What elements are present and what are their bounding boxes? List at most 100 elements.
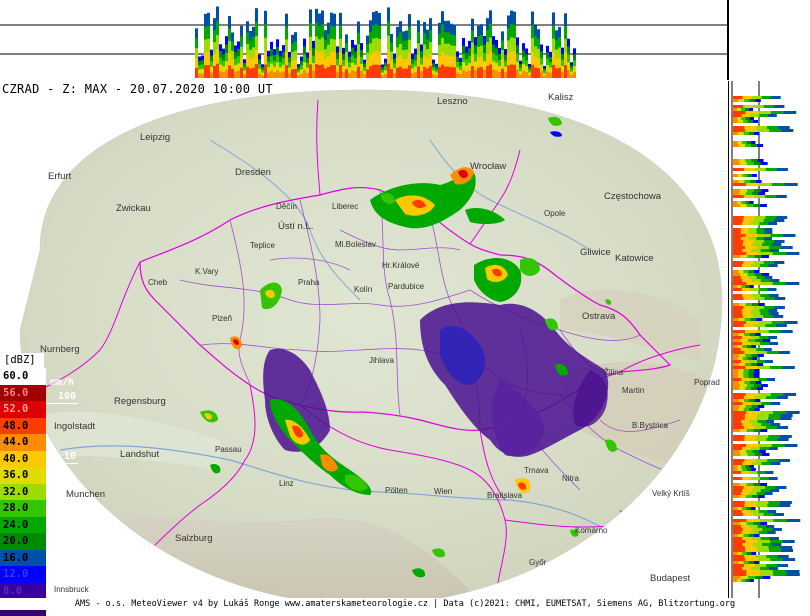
profile-row (733, 576, 741, 579)
profile-row (733, 564, 744, 567)
city-label: Plzeň (212, 314, 233, 323)
legend-level: 40.0 (0, 450, 46, 467)
profile-row (733, 315, 744, 318)
profile-row (733, 504, 745, 507)
profile-column (276, 70, 279, 78)
profile-column (411, 73, 414, 78)
profile-column (354, 71, 357, 78)
profile-row (733, 477, 742, 480)
profile-row (733, 465, 738, 468)
profile-row (733, 462, 743, 465)
profile-column (552, 64, 555, 78)
profile-column (462, 70, 465, 78)
legend-level: 28.0 (0, 500, 46, 517)
profile-row (733, 144, 740, 147)
profile-column (525, 72, 528, 78)
profile-row (733, 168, 744, 171)
legend-level: 52.0 (0, 401, 46, 418)
profile-column (516, 69, 519, 78)
profile-column (255, 64, 258, 78)
profile-column (438, 66, 441, 78)
profile-row (733, 108, 738, 111)
profile-row (733, 549, 746, 552)
profile-row (733, 228, 741, 231)
profile-column (558, 67, 561, 78)
legend-mmh-unit: mm/h (50, 377, 75, 388)
city-label: Ingolstadt (54, 421, 96, 432)
profile-row (733, 408, 739, 411)
profile-row (733, 99, 739, 102)
profile-column (267, 72, 270, 78)
city-label: Ostrava (582, 311, 616, 322)
profile-row (733, 216, 744, 219)
profile-row (733, 114, 742, 117)
profile-row (733, 129, 746, 132)
profile-column (468, 70, 471, 78)
profile-row (733, 366, 746, 369)
legend-tick (46, 583, 78, 584)
profile-row (733, 483, 740, 486)
profile-column (237, 70, 240, 78)
profile-column (201, 73, 204, 78)
profile-column (534, 67, 537, 78)
profile-column (375, 64, 378, 78)
city-label: Nitra (562, 474, 579, 483)
legend-level: 36.0 (0, 467, 46, 484)
profile-column (288, 72, 291, 78)
profile-row (733, 528, 743, 531)
profile-row (733, 348, 741, 351)
profile-row (733, 405, 740, 408)
profile-column (273, 72, 276, 78)
profile-row (733, 510, 742, 513)
profile-column (246, 66, 249, 78)
profile-row (733, 126, 745, 129)
profile-row (733, 396, 744, 399)
city-label: Budapest (650, 573, 691, 584)
profile-column (522, 71, 525, 78)
profile-column (312, 70, 315, 78)
profile-column (405, 68, 408, 78)
profile-column (366, 69, 369, 78)
top-cross-section-graph (0, 6, 727, 79)
profile-row (733, 417, 745, 420)
profile-row (733, 318, 739, 321)
profile-column (363, 74, 366, 78)
radar-viewer: Leszno Kalisz Leipzig Wrocław Erfurt Dre… (0, 0, 810, 616)
profile-row (733, 540, 746, 543)
profile-column (447, 66, 450, 78)
profile-column (261, 75, 264, 78)
profile-column (285, 65, 288, 78)
profile-row (733, 117, 738, 120)
profile-column (264, 64, 267, 78)
profile-row (733, 513, 744, 516)
profile-row (733, 141, 738, 144)
radar-map[interactable]: Leszno Kalisz Leipzig Wrocław Erfurt Dre… (0, 81, 728, 600)
profile-row (733, 561, 739, 564)
profile-row (733, 255, 741, 258)
profile-column (231, 68, 234, 78)
side-cross-section-graph (731, 81, 801, 601)
legend-tick (46, 524, 78, 525)
profile-column (498, 71, 501, 78)
profile-row (733, 486, 744, 489)
profile-row (733, 312, 743, 315)
profile-column (402, 68, 405, 78)
profile-row (733, 492, 741, 495)
profile-row (733, 531, 742, 534)
city-label: Žilina (604, 368, 624, 377)
profile-row (733, 219, 744, 222)
profile-row (733, 273, 741, 276)
profile-row (733, 246, 745, 249)
profile-row (733, 339, 741, 342)
profile-column (513, 64, 516, 78)
profile-row (733, 438, 745, 441)
profile-row (733, 546, 745, 549)
profile-row (733, 105, 744, 108)
profile-row (733, 429, 740, 432)
profile-row (733, 411, 747, 414)
profile-column (507, 65, 510, 78)
profile-column (330, 64, 333, 78)
profile-row (733, 189, 741, 192)
profile-column (321, 64, 324, 78)
profile-row (733, 252, 747, 255)
